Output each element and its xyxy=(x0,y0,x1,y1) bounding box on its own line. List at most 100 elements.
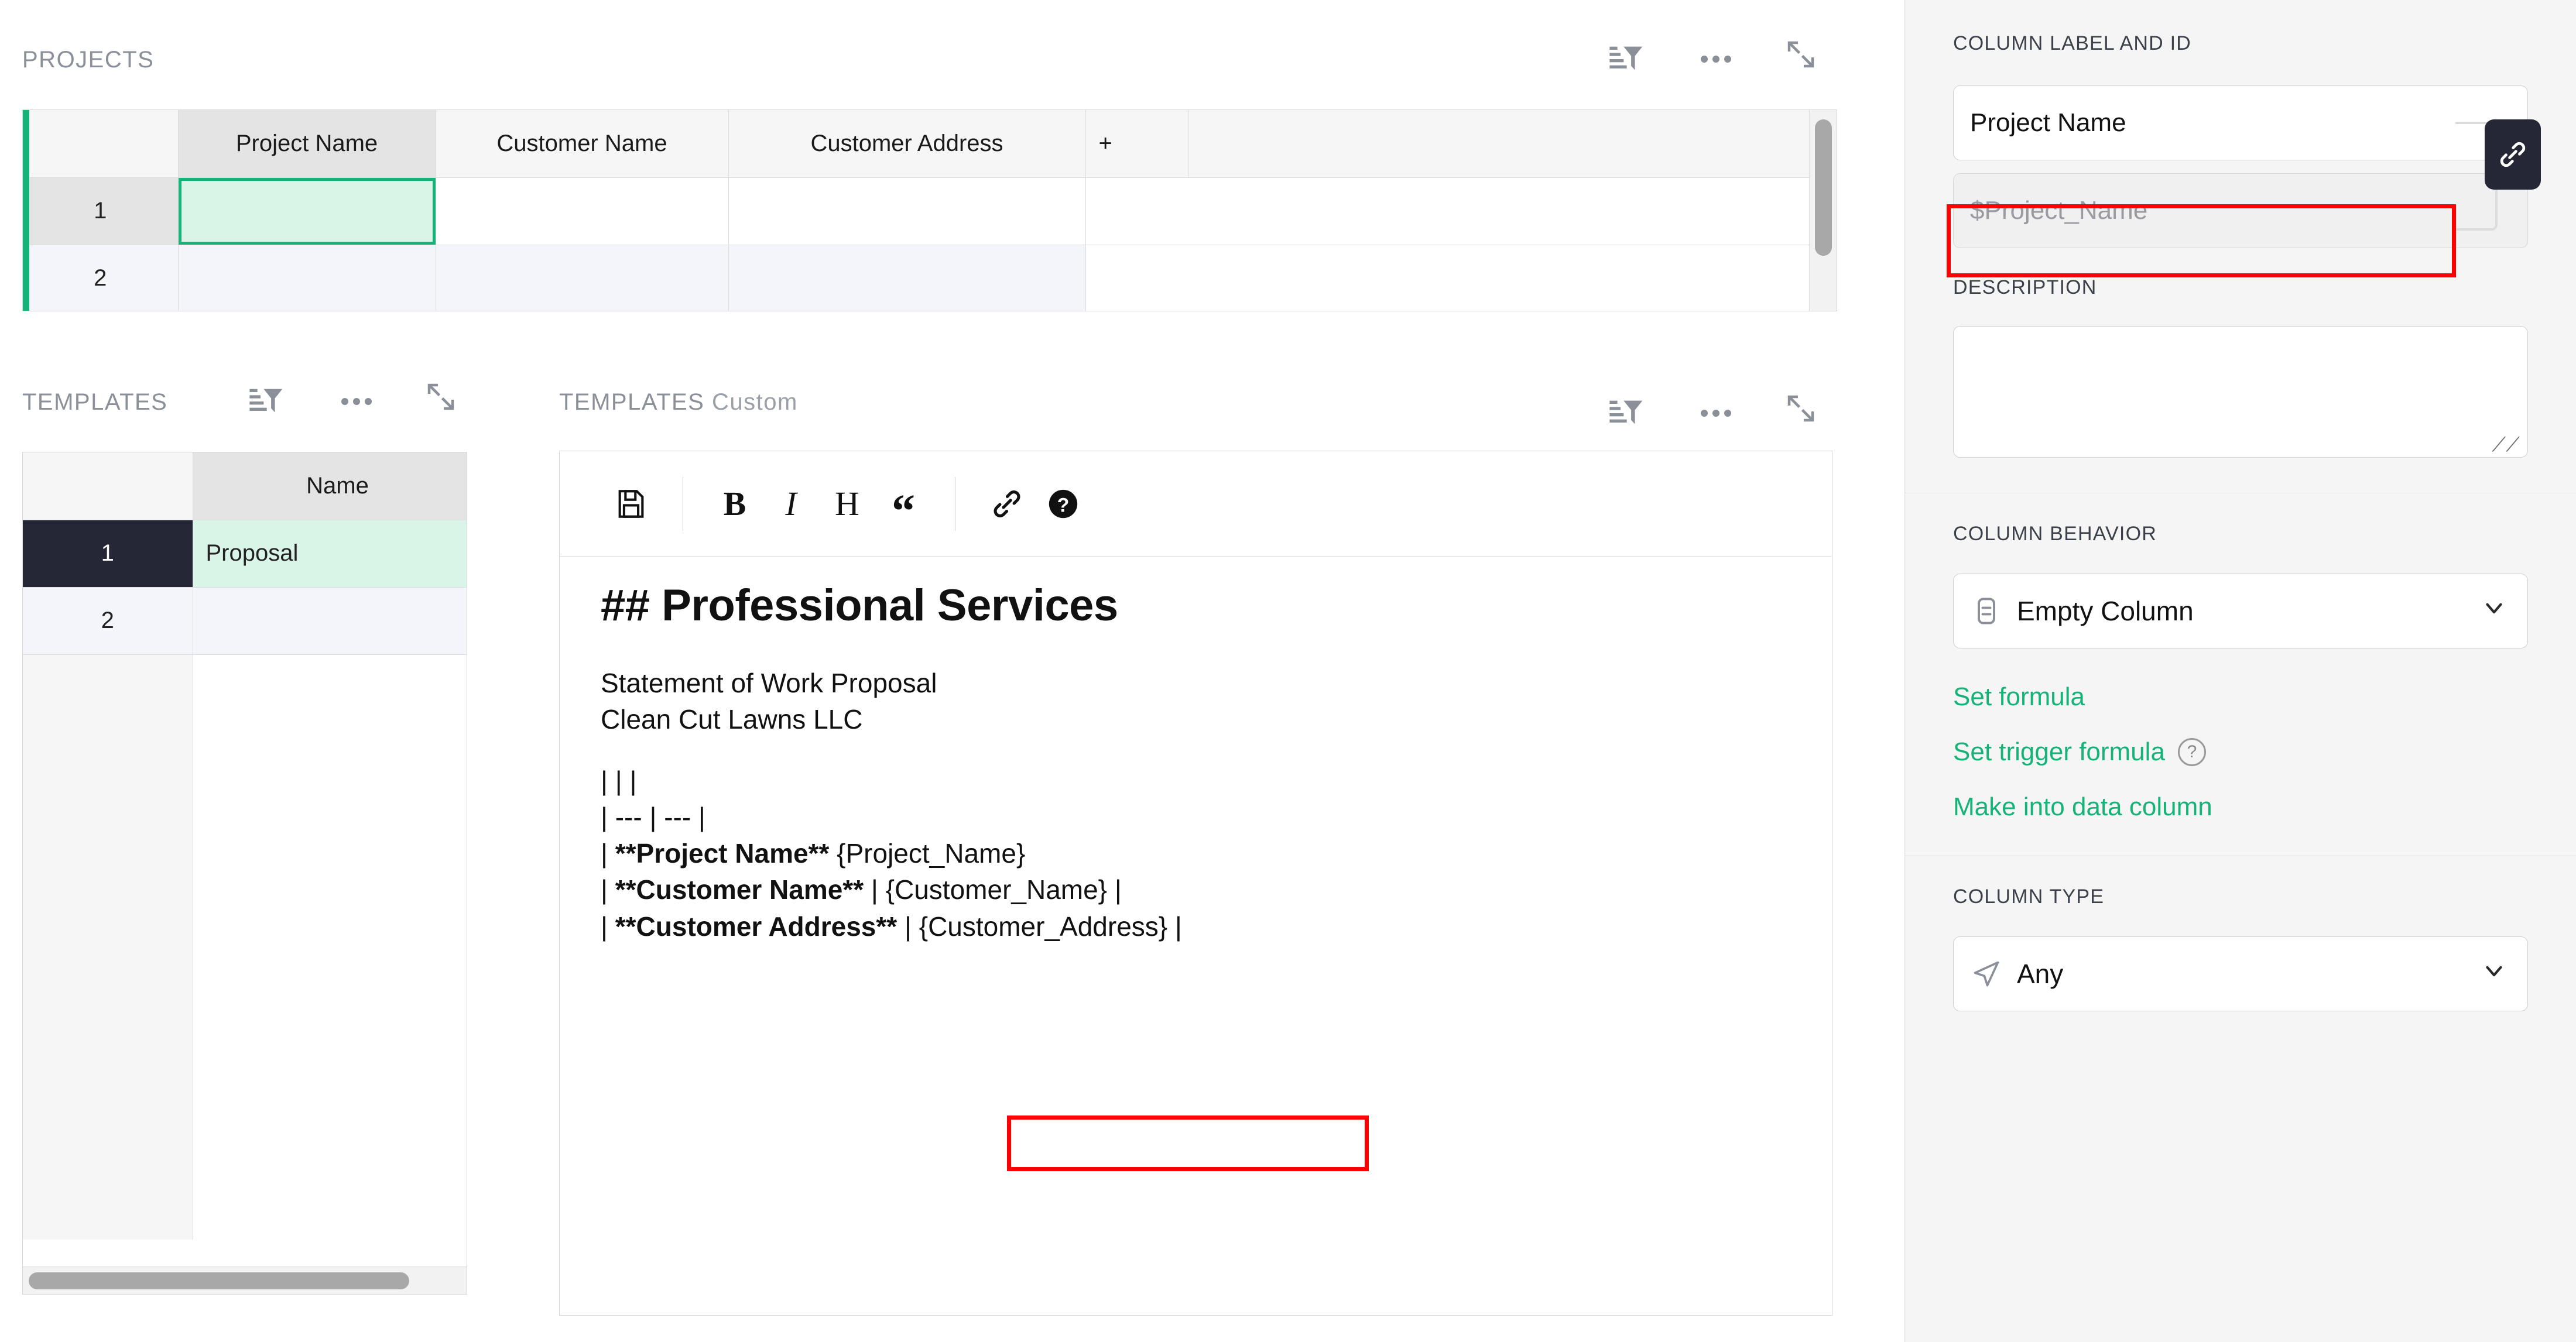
templates-custom-more-options-icon[interactable] xyxy=(1692,389,1740,437)
column-behavior-links: Set formula Set trigger formula ? Make i… xyxy=(1953,682,2528,822)
table-row[interactable]: 1 xyxy=(23,177,1837,245)
md-row1-pipe: | xyxy=(601,874,615,905)
cell-customer-address-row2[interactable] xyxy=(728,245,1086,311)
templates-panel-title: TEMPLATES xyxy=(22,389,167,416)
cell-customer-name-row1[interactable] xyxy=(436,177,729,245)
label-id-group xyxy=(1953,85,2541,248)
help-circle-icon[interactable]: ? xyxy=(2177,738,2206,766)
italic-icon[interactable]: I xyxy=(763,476,819,532)
link-icon[interactable] xyxy=(979,476,1035,532)
md-row2-trailing: | xyxy=(1167,911,1182,942)
row-number-1[interactable]: 1 xyxy=(23,177,179,245)
templates-row-number-2[interactable]: 2 xyxy=(23,587,193,655)
heading-icon[interactable]: H xyxy=(819,476,875,532)
quote-icon[interactable]: “ xyxy=(875,476,931,535)
column-type-selected-value: Any xyxy=(2017,959,2064,989)
cell-addcol-row1 xyxy=(1085,177,1188,245)
templates-custom-title-main: TEMPLATES xyxy=(559,389,705,415)
projects-corner-cell xyxy=(23,110,179,178)
set-trigger-formula-link[interactable]: Set trigger formula ? xyxy=(1953,737,2528,767)
cell-customer-name-row2[interactable] xyxy=(436,245,729,311)
link-chain-icon[interactable] xyxy=(2485,119,2541,190)
chevron-down-icon xyxy=(2481,595,2508,628)
add-column-button[interactable]: + xyxy=(1085,110,1188,178)
templates-grid[interactable]: Name 1 Proposal 2 xyxy=(22,452,467,1295)
column-header-customer-name[interactable]: Customer Name xyxy=(436,110,729,178)
projects-title-text: PROJECTS xyxy=(22,47,155,73)
description-textarea[interactable] xyxy=(1953,326,2528,458)
projects-vertical-scrollbar-thumb[interactable] xyxy=(1815,119,1832,256)
table-row[interactable]: 2 xyxy=(23,587,467,655)
cell-customer-address-row1[interactable] xyxy=(728,177,1086,245)
projects-active-section-strip xyxy=(23,110,29,311)
templates-expand-icon[interactable] xyxy=(417,373,465,421)
chevron-down-icon xyxy=(2481,957,2508,991)
table-row[interactable]: 1 Proposal xyxy=(23,520,467,588)
label-id-spacer xyxy=(1953,160,2528,173)
templates-empty-rownum xyxy=(23,654,193,1240)
templates-empty-cell xyxy=(193,654,467,1240)
table-row[interactable]: 2 xyxy=(23,245,1837,311)
projects-more-options-icon[interactable] xyxy=(1692,35,1740,83)
make-into-data-column-link[interactable]: Make into data column xyxy=(1953,792,2528,822)
help-icon[interactable]: ? xyxy=(1035,476,1091,532)
templates-custom-filter-sort-icon[interactable] xyxy=(1601,389,1649,437)
markdown-table-row-customer-name: | **Customer Name** | {Customer_Name} | xyxy=(601,874,1791,905)
column-header-project-name[interactable]: Project Name xyxy=(178,110,436,178)
column-behavior-select[interactable]: Empty Column xyxy=(1953,574,2528,648)
set-formula-link[interactable]: Set formula xyxy=(1953,682,2528,712)
column-behavior-selected-value: Empty Column xyxy=(2017,596,2194,626)
projects-filter-sort-icon[interactable] xyxy=(1601,35,1649,83)
column-header-name[interactable]: Name xyxy=(193,452,467,520)
templates-horizontal-scrollbar-thumb[interactable] xyxy=(29,1272,409,1289)
column-type-heading: COLUMN TYPE xyxy=(1953,885,2105,908)
svg-text:?: ? xyxy=(1057,494,1070,516)
markdown-line-1: Statement of Work Proposal xyxy=(601,668,937,698)
md-row2-pipe: | xyxy=(601,911,615,942)
description-section: DESCRIPTION ⟋⟋ xyxy=(1905,276,2576,493)
templates-filter-sort-icon[interactable] xyxy=(241,377,289,425)
markdown-document[interactable]: ## Professional Services Statement of Wo… xyxy=(560,557,1832,942)
column-type-select[interactable]: Any xyxy=(1953,936,2528,1011)
templates-horizontal-scrollbar[interactable] xyxy=(23,1267,467,1294)
markdown-editor-card: B I H “ ? ## Professional Services State… xyxy=(559,451,1832,1316)
cell-template-name-row1[interactable]: Proposal xyxy=(193,520,467,588)
column-label-field[interactable] xyxy=(1953,85,2528,160)
app-root: PROJECTS Project Name Customer Name Cust… xyxy=(0,0,2576,1342)
empty-column-icon xyxy=(1971,596,2002,626)
markdown-line-2: Clean Cut Lawns LLC xyxy=(601,704,863,735)
markdown-editor-toolbar: B I H “ ? xyxy=(560,451,1832,557)
column-header-customer-address[interactable]: Customer Address xyxy=(728,110,1086,178)
any-type-icon xyxy=(1971,959,2002,989)
cell-project-name-row2[interactable] xyxy=(178,245,436,311)
column-header-filler xyxy=(1188,110,1837,178)
save-icon[interactable] xyxy=(603,476,659,532)
projects-expand-icon[interactable] xyxy=(1777,30,1825,78)
md-row1-value: {Customer_Name} xyxy=(885,874,1108,905)
md-row0-pipe: | xyxy=(601,838,615,869)
cell-project-name-row1[interactable] xyxy=(178,177,436,245)
templates-custom-panel-title: TEMPLATES Custom xyxy=(559,389,798,416)
markdown-heading: ## Professional Services xyxy=(601,581,1118,630)
column-id-field[interactable] xyxy=(1953,173,2528,248)
bold-icon[interactable]: B xyxy=(707,476,763,532)
templates-title-text: TEMPLATES xyxy=(22,389,168,415)
templates-corner-cell xyxy=(23,452,193,520)
cell-cursor xyxy=(178,177,436,245)
markdown-table-row-project-name: | **Project Name** {Project_Name} xyxy=(601,838,1791,869)
cell-addcol-row2 xyxy=(1085,245,1188,311)
templates-more-options-icon[interactable] xyxy=(333,377,381,425)
md-row1-sep: | xyxy=(864,874,886,905)
description-resize-handle[interactable]: ⟋⟋ xyxy=(2492,435,2520,455)
templates-custom-expand-icon[interactable] xyxy=(1777,385,1825,433)
row-number-2[interactable]: 2 xyxy=(23,245,179,311)
projects-vertical-scrollbar[interactable] xyxy=(1809,110,1837,311)
main-area: PROJECTS Project Name Customer Name Cust… xyxy=(0,0,1904,1342)
column-type-section: COLUMN TYPE Any xyxy=(1905,856,2576,1011)
templates-row-number-1[interactable]: 1 xyxy=(23,520,193,588)
column-behavior-section: COLUMN BEHAVIOR Empty Column Set formula xyxy=(1905,493,2576,856)
md-row1-trailing: | xyxy=(1107,874,1122,905)
cell-template-name-row2[interactable] xyxy=(193,587,467,655)
templates-custom-title-sub: Custom xyxy=(712,389,798,415)
projects-grid[interactable]: Project Name Customer Name Customer Addr… xyxy=(22,109,1837,311)
